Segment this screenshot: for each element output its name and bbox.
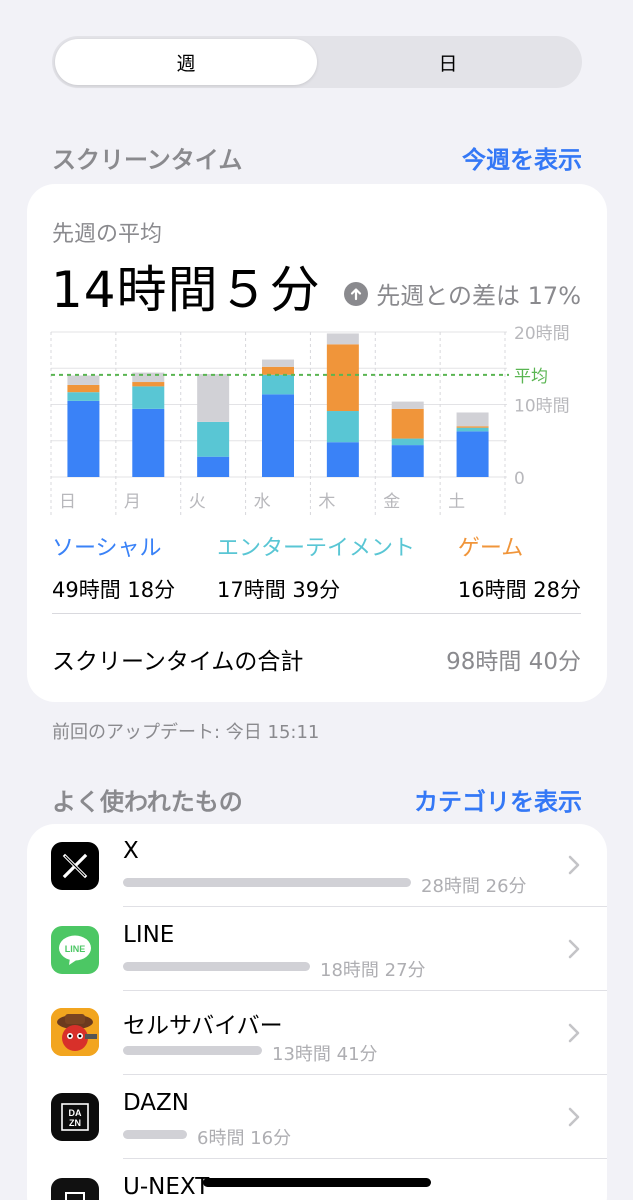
usage-bar	[123, 1046, 262, 1055]
bar-segment	[326, 411, 359, 443]
bar-segment	[391, 438, 424, 446]
day-tick-label: 金	[383, 492, 400, 512]
bar-segment	[326, 344, 359, 412]
app-name: U-NEXT	[123, 1174, 210, 1200]
total-label: スクリーンタイムの合計	[52, 649, 304, 675]
row-divider	[123, 906, 607, 907]
category-entertainment: エンターテイメント 17時間 39分	[217, 530, 415, 604]
app-name: DAZN	[123, 1090, 190, 1116]
section-title: スクリーンタイム	[52, 146, 243, 174]
chevron-right-icon	[568, 939, 580, 959]
category-name: ソーシャル	[52, 536, 162, 561]
usage-bar	[123, 1130, 187, 1139]
svg-text:DA: DA	[69, 1108, 82, 1118]
most-used-apps-card: X 28時間 26分 LINE LINE 18時間 27分 セルサバイバー 13…	[27, 824, 607, 1200]
category-name: ゲーム	[457, 536, 524, 561]
app-name: セルサバイバー	[123, 1013, 283, 1039]
category-value: 16時間 28分	[457, 578, 581, 602]
chevron-right-icon	[568, 1107, 580, 1127]
bar-segment	[132, 386, 165, 409]
total-row: スクリーンタイムの合計 98時間 40分	[52, 642, 581, 676]
category-value: 49時間 18分	[52, 578, 176, 602]
row-divider	[123, 1074, 607, 1075]
segment-day[interactable]: 日	[317, 39, 579, 85]
bar-segment	[197, 456, 230, 477]
app-row-cell-survivor[interactable]: セルサバイバー 13時間 41分	[27, 992, 607, 1076]
bar-segment	[391, 408, 424, 439]
y-tick-label: 20時間	[514, 324, 570, 344]
bar-segment	[262, 366, 294, 375]
day-tick-label: 木	[318, 492, 335, 512]
row-divider	[123, 990, 607, 991]
show-categories-link[interactable]: カテゴリを表示	[414, 782, 582, 817]
show-this-week-link[interactable]: 今週を表示	[462, 140, 582, 175]
chevron-right-icon	[568, 1023, 580, 1043]
usage-time: 13時間 41分	[272, 1044, 378, 1065]
day-tick-label: 日	[59, 492, 76, 512]
unext-logo-icon	[51, 1178, 99, 1200]
bar-segment	[67, 400, 100, 477]
screen-time-header: スクリーンタイム 今週を表示	[52, 140, 582, 175]
bar-segment	[262, 359, 294, 367]
usage-time: 18時間 27分	[320, 960, 426, 981]
bar-segment	[326, 442, 359, 477]
usage-bar	[123, 962, 310, 971]
screen-time-card: 先週の平均 14時間５分 先週との差は 17% 日月火水木金土平均 20時間 10時…	[27, 184, 607, 702]
svg-text:LINE: LINE	[65, 944, 86, 954]
chevron-right-icon	[568, 855, 580, 875]
usage-time: 28時間 26分	[421, 876, 527, 897]
app-row-x[interactable]: X 28時間 26分	[27, 824, 607, 908]
last-updated: 前回のアップデート: 今日 15:11	[52, 722, 320, 743]
category-social: ソーシャル 49時間 18分	[52, 530, 175, 604]
bar-segment	[262, 374, 294, 395]
day-tick-label: 水	[254, 492, 271, 512]
bar-segment	[456, 427, 489, 432]
bar-segment	[456, 431, 489, 477]
cell-survivor-icon	[51, 1008, 99, 1056]
usage-time: 6時間 16分	[197, 1128, 292, 1149]
category-games: ゲーム 16時間 28分	[458, 530, 581, 604]
day-tick-label: 月	[124, 492, 141, 512]
day-tick-label: 火	[189, 492, 206, 512]
y-tick-label: 0	[514, 469, 525, 489]
bar-segment	[262, 394, 294, 477]
day-tick-label: 土	[448, 492, 465, 512]
home-indicator	[203, 1178, 431, 1187]
app-row-line[interactable]: LINE LINE 18時間 27分	[27, 908, 607, 992]
segment-week[interactable]: 週	[55, 39, 317, 85]
average-label: 平均	[514, 367, 548, 387]
bar-segment	[67, 384, 100, 393]
bar-segment	[67, 375, 100, 385]
category-value: 17時間 39分	[217, 578, 341, 602]
total-value: 98時間 40分	[446, 649, 581, 675]
line-logo-icon: LINE	[51, 926, 99, 974]
app-row-dazn[interactable]: DA ZN DAZN 6時間 16分	[27, 1076, 607, 1160]
most-used-header: よく使われたもの カテゴリを表示	[52, 782, 582, 817]
section-title: よく使われたもの	[52, 788, 243, 816]
bar-segment	[132, 382, 165, 387]
bar-segment	[391, 401, 424, 409]
category-name: エンターテイメント	[217, 536, 416, 561]
usage-bar	[123, 878, 411, 887]
row-divider	[123, 1158, 607, 1159]
bar-segment	[197, 421, 230, 457]
bar-segment	[456, 426, 489, 428]
y-tick-label: 10時間	[514, 397, 570, 417]
period-segmented-control[interactable]: 週 日	[52, 36, 582, 88]
weekly-usage-chart: 日 月 火 水 木 金 土 平均 20時間 10時間 0	[50, 324, 570, 517]
app-name: LINE	[123, 922, 175, 948]
bar-segment	[456, 412, 489, 427]
bar-segment	[391, 445, 424, 477]
bar-segment	[197, 374, 230, 422]
bar-segment	[67, 392, 100, 401]
dazn-logo-icon: DA ZN	[51, 1093, 99, 1141]
divider	[52, 613, 581, 614]
bar-segment	[326, 333, 359, 345]
bar-segment	[132, 408, 165, 477]
x-logo-icon	[51, 842, 99, 890]
app-name: X	[123, 838, 139, 864]
svg-text:ZN: ZN	[69, 1118, 81, 1128]
